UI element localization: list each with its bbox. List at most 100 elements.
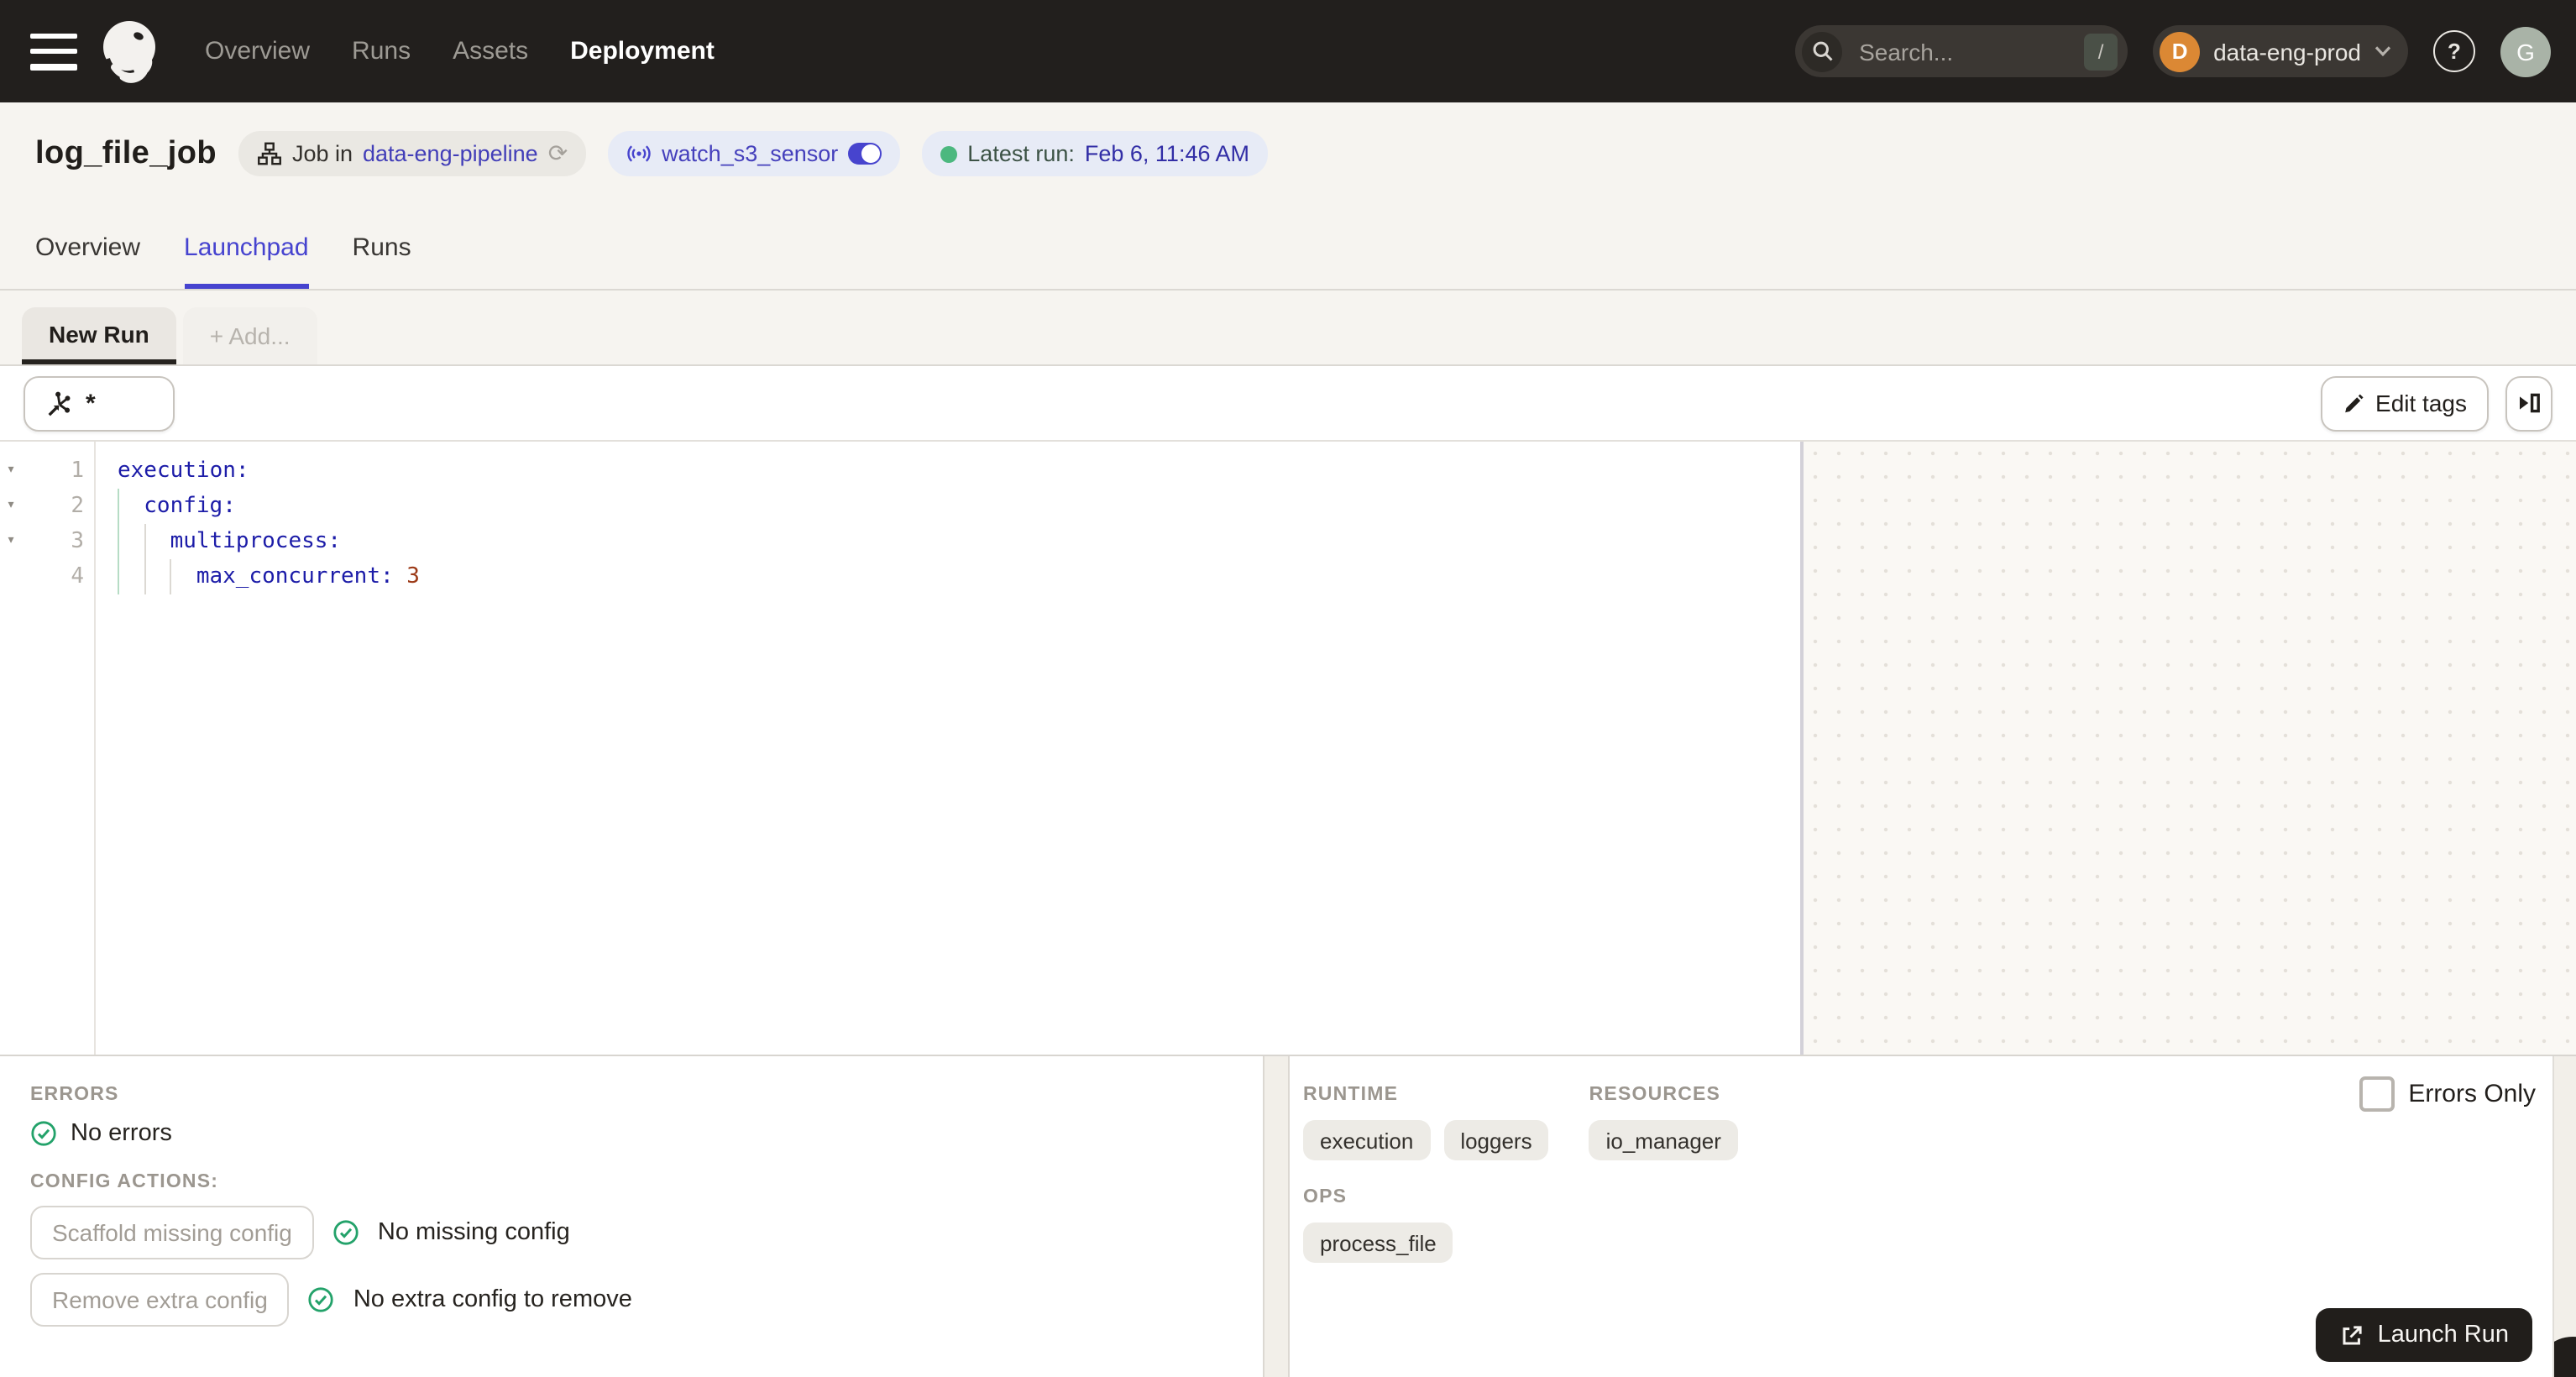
op-selection-input[interactable]: *: [24, 375, 175, 431]
launchpad-config-tabs: New Run + Add...: [0, 291, 2576, 366]
topbar-right-group: / D data-eng-prod ? G: [1795, 25, 2576, 77]
no-missing-config-text: No missing config: [377, 1219, 570, 1246]
sensor-toggle[interactable]: [848, 143, 882, 165]
latest-run-pill: Latest run: Feb 6, 11:46 AM: [922, 131, 1268, 176]
runtime-column: RUNTIME execution loggers: [1303, 1085, 1549, 1160]
help-icon[interactable]: ?: [2433, 30, 2475, 72]
chevron-down-icon: [2374, 46, 2391, 57]
tab-launchpad[interactable]: Launchpad: [184, 205, 309, 289]
runtime-heading: RUNTIME: [1303, 1085, 1399, 1105]
launch-run-label: Launch Run: [2377, 1322, 2509, 1348]
no-errors-text: No errors: [71, 1120, 172, 1147]
ops-column: OPS process_file: [1303, 1187, 2552, 1263]
fold-arrow-icon[interactable]: ▾: [0, 524, 22, 559]
search-box[interactable]: /: [1795, 25, 2128, 77]
op-selector-value: *: [86, 389, 96, 417]
code-line[interactable]: ▾ 1 execution:: [0, 453, 1800, 489]
latest-run-link[interactable]: Feb 6, 11:46 AM: [1085, 141, 1249, 166]
expand-panel-button[interactable]: [2505, 375, 2552, 431]
latest-run-label: Latest run:: [967, 141, 1075, 166]
check-circle-icon: [333, 1220, 359, 1245]
tab-launchpad-label: Launchpad: [184, 233, 309, 261]
no-extra-config-text: No extra config to remove: [353, 1286, 632, 1313]
sensor-icon: [627, 145, 651, 162]
sensor-pill: watch_s3_sensor: [608, 131, 901, 176]
job-location-pill: Job in data-eng-pipeline ⟳: [238, 131, 587, 176]
ops-heading: OPS: [1303, 1187, 1348, 1207]
errors-only-control: Errors Only: [2359, 1076, 2536, 1112]
line-number: 1: [71, 458, 84, 484]
check-circle-icon: [309, 1287, 334, 1312]
job-in-label: Job in: [291, 141, 353, 166]
sensor-link[interactable]: watch_s3_sensor: [662, 141, 838, 166]
job-tabs: Overview Launchpad Runs: [0, 205, 2576, 291]
runtime-tag[interactable]: loggers: [1443, 1120, 1549, 1160]
resource-tag[interactable]: io_manager: [1589, 1120, 1738, 1160]
code-line[interactable]: 4 max_concurrent: 3: [0, 559, 1800, 594]
code-line[interactable]: ▾ 3 multiprocess:: [0, 524, 1800, 559]
config-actions-heading: CONFIG ACTIONS:: [30, 1172, 219, 1192]
op-graph-panel: [1804, 442, 2576, 1055]
scope-section: RUNTIME execution loggers RESOURCES io_m…: [1290, 1056, 2552, 1377]
runtime-tag[interactable]: execution: [1303, 1120, 1431, 1160]
op-tag[interactable]: process_file: [1303, 1223, 1453, 1263]
job-header: log_file_job Job in data-eng-pipeline ⟳ …: [0, 102, 2576, 205]
resources-heading: RESOURCES: [1589, 1085, 1721, 1105]
config-tab-add[interactable]: + Add...: [182, 307, 317, 364]
config-tab-new-run[interactable]: New Run: [22, 307, 176, 364]
corner-widget: [2554, 1337, 2576, 1377]
line-number: 2: [71, 494, 84, 519]
resources-column: RESOURCES io_manager: [1589, 1085, 1738, 1160]
fold-arrow-icon[interactable]: ▾: [0, 489, 22, 524]
expand-panel-icon: [2520, 393, 2540, 413]
launchpad-toolbar: * Edit tags: [0, 366, 2576, 442]
edit-tags-button[interactable]: Edit tags: [2320, 375, 2489, 431]
panel-splitter[interactable]: [1263, 1056, 1290, 1377]
run-status-dot: [940, 145, 958, 162]
errors-only-checkbox[interactable]: [2359, 1076, 2395, 1112]
nav-runs[interactable]: Runs: [352, 37, 411, 65]
job-graph-icon: [257, 142, 281, 165]
yaml-key: multiprocess:: [170, 529, 342, 554]
deployment-switcher[interactable]: D data-eng-prod: [2153, 25, 2408, 77]
nav-deployment[interactable]: Deployment: [570, 37, 715, 65]
launchpad-bottom-panel: ERRORS No errors CONFIG ACTIONS: Scaffol…: [0, 1055, 2576, 1377]
errors-heading: ERRORS: [30, 1085, 119, 1105]
tab-overview[interactable]: Overview: [35, 205, 140, 289]
nav-overview[interactable]: Overview: [205, 37, 310, 65]
config-editor[interactable]: ▾ 1 execution: ▾ 2 config: ▾ 3 multiproc…: [0, 442, 1800, 1055]
bottom-panel-scrollbar[interactable]: [2552, 1056, 2576, 1377]
gutter-divider: [94, 442, 96, 1055]
op-selector-icon: [48, 390, 71, 416]
dagster-launchpad-page: Overview Runs Assets Deployment / D data…: [0, 0, 2576, 1377]
fold-arrow-icon[interactable]: ▾: [0, 453, 22, 489]
pencil-icon: [2344, 393, 2363, 412]
remove-extra-config-button[interactable]: Remove extra config: [30, 1273, 290, 1327]
errors-section: ERRORS No errors CONFIG ACTIONS: Scaffol…: [0, 1056, 1263, 1377]
yaml-value: 3: [406, 564, 420, 589]
scaffold-missing-config-button[interactable]: Scaffold missing config: [30, 1206, 314, 1259]
line-number: 3: [71, 529, 84, 554]
refresh-icon[interactable]: ⟳: [548, 139, 568, 168]
launch-run-button[interactable]: Launch Run: [2315, 1308, 2532, 1362]
search-input[interactable]: [1856, 36, 2048, 66]
search-shortcut-badge: /: [2084, 33, 2118, 70]
toolbar-right-group: Edit tags: [2320, 375, 2552, 431]
line-number: 4: [71, 564, 84, 589]
launch-icon: [2343, 1325, 2362, 1344]
search-icon: [1802, 31, 1843, 71]
yaml-key: max_concurrent:: [196, 564, 394, 589]
check-circle-icon: [31, 1121, 56, 1146]
nav-assets[interactable]: Assets: [453, 37, 528, 65]
code-line[interactable]: ▾ 2 config:: [0, 489, 1800, 524]
deployment-name: data-eng-prod: [2213, 38, 2361, 65]
tab-runs[interactable]: Runs: [353, 205, 411, 289]
pipeline-link[interactable]: data-eng-pipeline: [363, 141, 538, 166]
hamburger-menu-icon[interactable]: [30, 31, 77, 71]
top-navigation-bar: Overview Runs Assets Deployment / D data…: [0, 0, 2576, 102]
edit-tags-label: Edit tags: [2375, 390, 2467, 416]
primary-nav: Overview Runs Assets Deployment: [205, 37, 715, 65]
active-tab-underline: [184, 283, 309, 289]
yaml-key: config:: [144, 494, 236, 519]
user-avatar[interactable]: G: [2500, 26, 2551, 76]
